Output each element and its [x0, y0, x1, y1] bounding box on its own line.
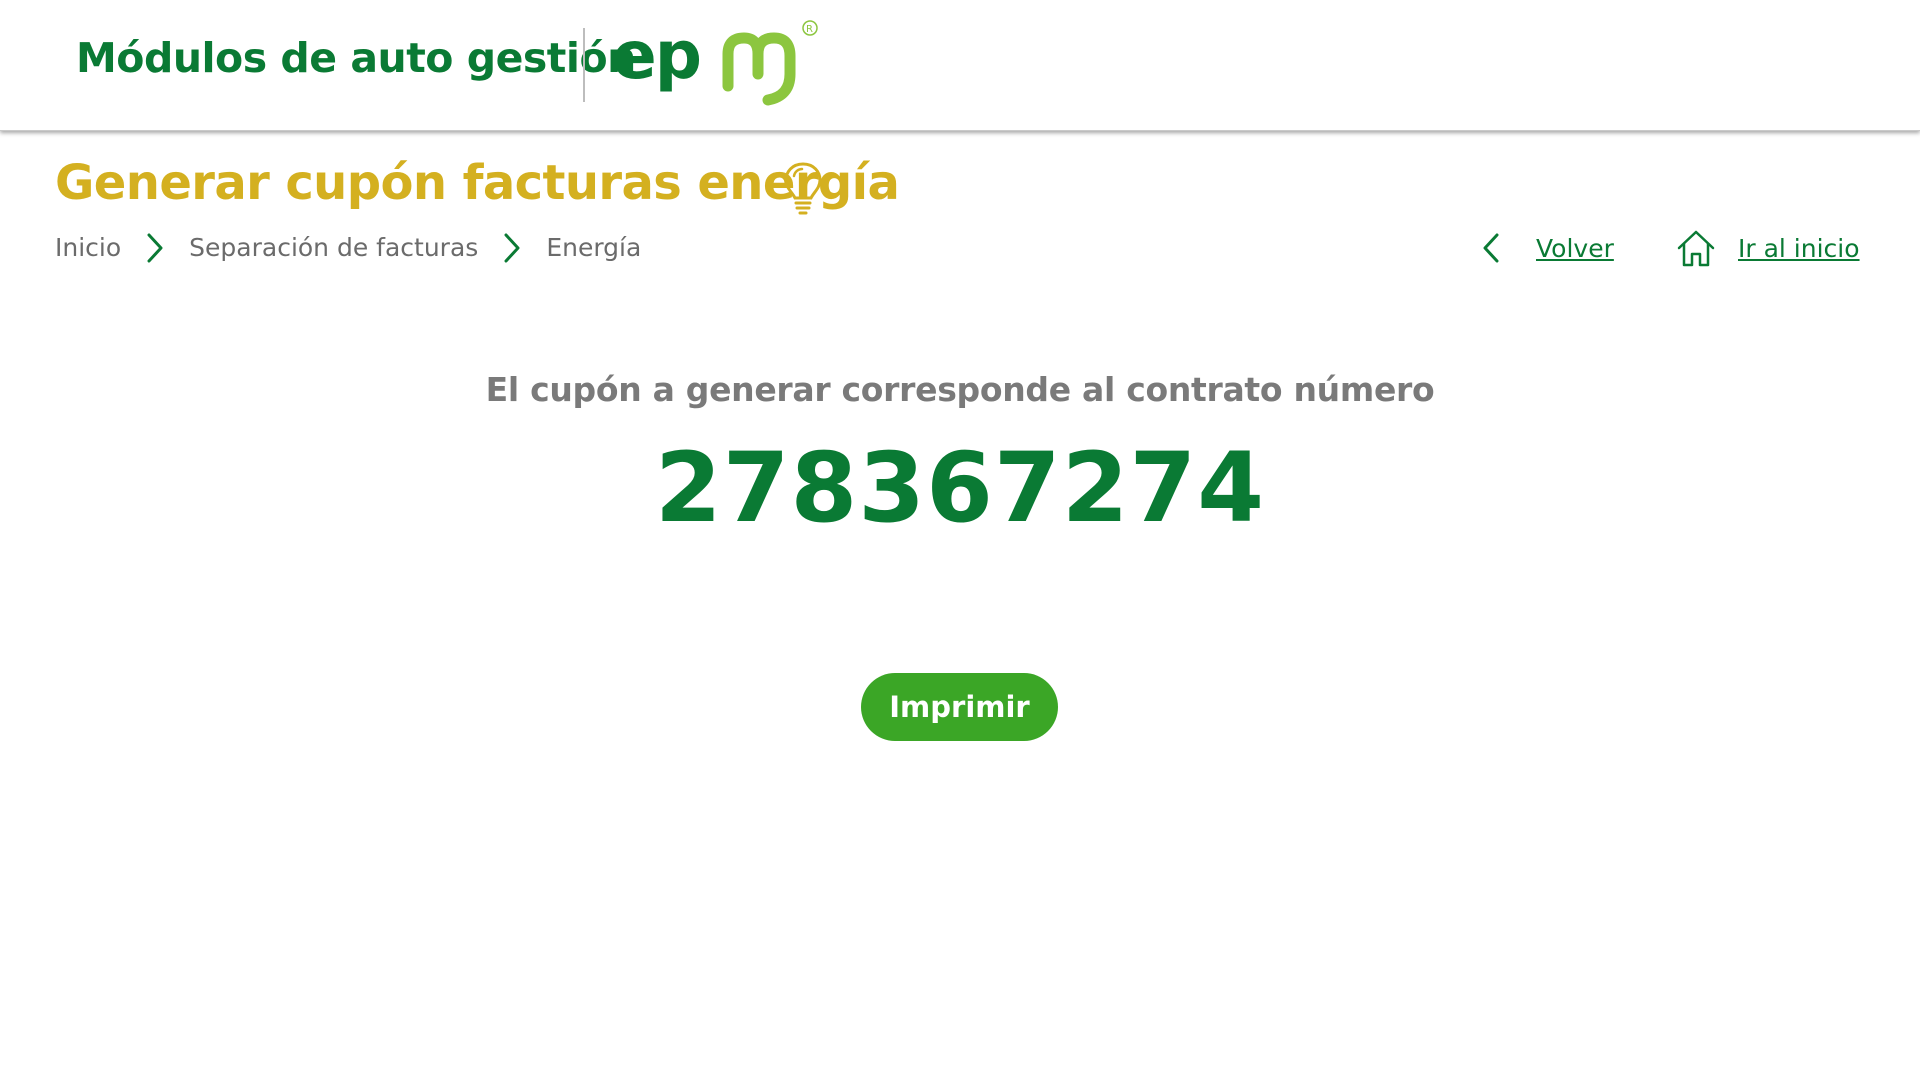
chevron-right-icon [504, 233, 520, 263]
registered-mark: R [806, 24, 813, 35]
page-title: Generar cupón facturas energía [55, 155, 900, 211]
contract-label: El cupón a generar corresponde al contra… [485, 370, 1435, 409]
home-link-label: Ir al inicio [1738, 233, 1860, 263]
logo-m-shape [722, 32, 796, 106]
back-link-label: Volver [1536, 233, 1614, 263]
app-title: Módulos de auto gestión [76, 34, 636, 82]
breadcrumb-item-energia: Energía [546, 233, 642, 262]
epm-logo: ep R [612, 17, 818, 106]
back-link[interactable]: Volver [1478, 226, 1614, 270]
print-button[interactable]: Imprimir [861, 673, 1058, 741]
breadcrumb: Inicio Separación de facturas Energía [55, 226, 641, 270]
chevron-right-icon [147, 233, 163, 263]
home-link[interactable]: Ir al inicio [1676, 226, 1860, 270]
breadcrumb-item-inicio[interactable]: Inicio [55, 226, 121, 270]
lightbulb-icon [784, 162, 822, 215]
home-icon [1677, 230, 1715, 267]
header-divider [583, 28, 585, 102]
top-header: Módulos de auto gestión ep R [0, 0, 1920, 131]
logo-text-ep: ep [612, 17, 700, 94]
breadcrumb-item-separacion[interactable]: Separación de facturas [189, 226, 478, 270]
chevron-left-icon [1483, 233, 1499, 263]
contract-number: 278367274 [654, 432, 1266, 544]
